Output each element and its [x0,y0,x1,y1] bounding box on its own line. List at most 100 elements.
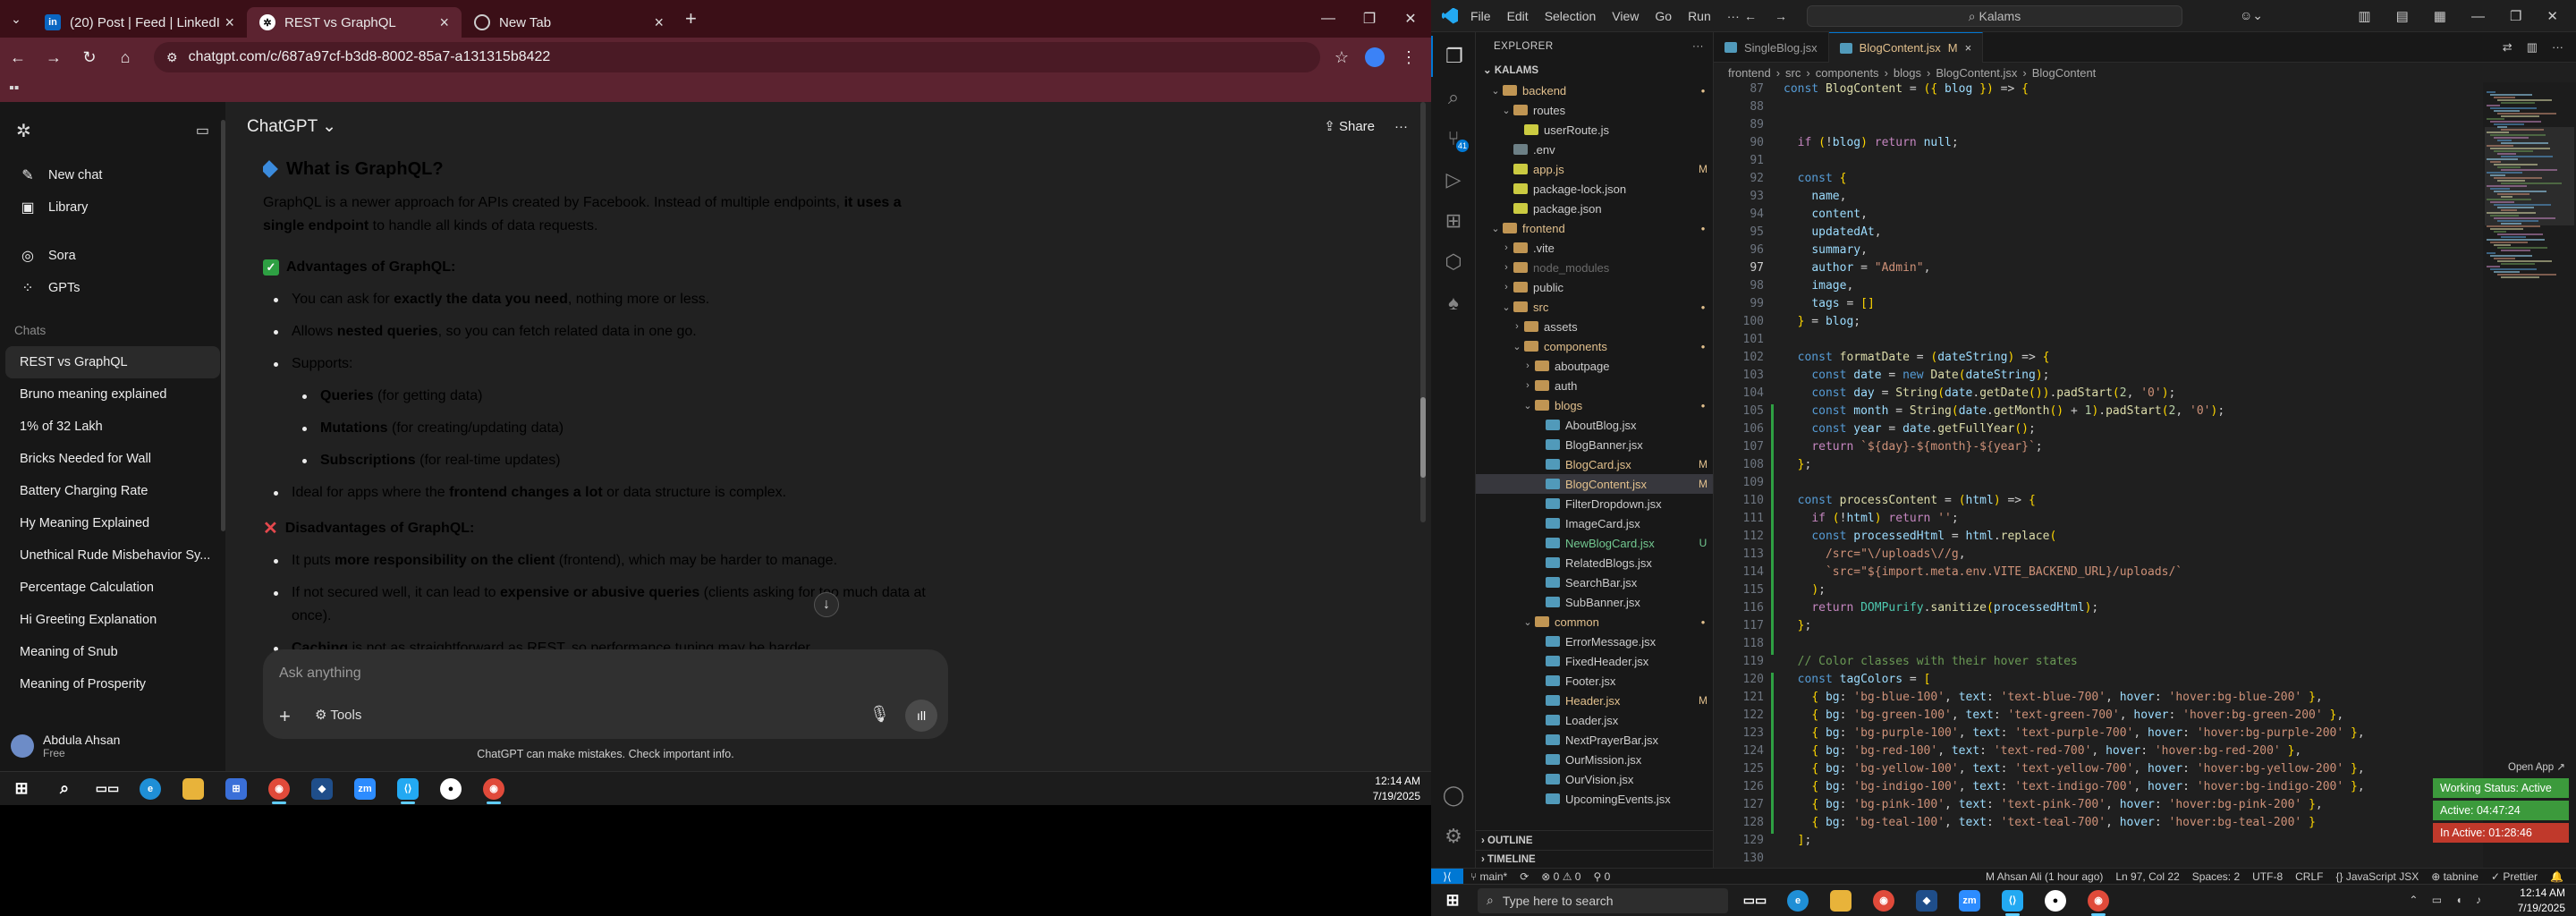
taskbar-search-box[interactable]: ⌕ Type here to search [1478,887,1728,913]
language-mode[interactable]: {} JavaScript JSX [2335,870,2419,883]
code-line[interactable]: `src="${import.meta.env.VITE_BACKEND_URL… [1784,565,2182,579]
minimap[interactable] [2483,82,2576,868]
file-item[interactable]: AboutBlog.jsx [1476,415,1713,435]
taskbar-explorer[interactable] [1819,885,1862,916]
file-item[interactable]: Loader.jsx [1476,710,1713,730]
code-line[interactable]: { bg: 'bg-teal-100', text: 'text-teal-70… [1784,816,2316,829]
microphone-icon[interactable]: 🎙 [869,705,890,724]
code-line[interactable]: { bg: 'bg-purple-100', text: 'text-purpl… [1784,726,2364,740]
code-line[interactable]: if (!blog) return null; [1784,136,1959,149]
chat-history-item[interactable]: Battery Charging Rate [5,475,220,507]
back-icon[interactable]: ← [1744,9,1757,23]
tab-chatgpt[interactable]: ✲ REST vs GraphQL × [247,7,462,38]
sidebar-item-new-chat[interactable]: ✎ New chat [5,159,220,191]
source-control-icon[interactable]: ⑂ 41 [1431,118,1476,159]
breadcrumb-item[interactable]: components [1816,66,1879,80]
search-icon[interactable]: ⌕ [1431,77,1476,118]
menu-item[interactable]: Go [1655,9,1672,23]
maximize-icon[interactable]: ❐ [2510,8,2521,24]
close-window-icon[interactable]: ✕ [2546,8,2558,24]
folder-item[interactable]: ⌄ frontend ● [1476,218,1713,238]
code-line[interactable]: content, [1784,208,1868,221]
share-button[interactable]: ⇪ Share [1324,118,1375,134]
split-editor-icon[interactable]: ▥ [2527,40,2538,55]
scroll-to-bottom-button[interactable]: ↓ [814,592,839,617]
code-line[interactable]: const formatDate = (dateString) => { [1784,351,2050,364]
home-icon[interactable]: ⌂ [107,48,143,67]
account-icon[interactable]: ◯ [1431,775,1476,816]
layout-icon[interactable]: ▥ [2358,8,2370,24]
menu-item[interactable]: ··· [1727,9,1740,23]
chat-history-item[interactable]: Bricks Needed for Wall [5,443,220,475]
taskbar-app[interactable]: ◆ [301,773,343,805]
indentation[interactable]: Spaces: 2 [2192,870,2240,883]
code-line[interactable]: const day = String(date.getDate()).padSt… [1784,386,2175,400]
forward-icon[interactable]: → [36,48,72,67]
file-item[interactable]: FixedHeader.jsx [1476,651,1713,671]
close-window-icon[interactable]: ✕ [1390,10,1431,28]
file-item[interactable]: UpcomingEvents.jsx [1476,789,1713,809]
clock[interactable]: 12:14 AM 7/19/2025 [2518,886,2565,916]
code-line[interactable]: { bg: 'bg-red-100', text: 'text-red-700'… [1784,744,2301,758]
breadcrumb-item[interactable]: src [1785,66,1801,80]
taskbar-search[interactable]: ⌕ [43,773,86,805]
code-line[interactable]: { bg: 'bg-indigo-100', text: 'text-indig… [1784,780,2364,793]
model-selector[interactable]: ChatGPT ⌄ [247,116,336,137]
code-line[interactable]: const date = new Date(dateString); [1784,369,2049,382]
taskbar-app-2[interactable]: ● [429,773,472,805]
menu-item[interactable]: Edit [1507,9,1529,23]
close-icon[interactable]: × [225,13,234,32]
compare-icon[interactable]: ⇄ [2503,40,2512,55]
menu-item[interactable]: File [1470,9,1491,23]
folder-item[interactable]: › aboutpage [1476,356,1713,376]
encoding[interactable]: UTF-8 [2252,870,2283,883]
code-line[interactable]: tags = [] [1784,297,1874,310]
code-line[interactable]: { bg: 'bg-green-100', text: 'text-green-… [1784,708,2343,722]
folder-item[interactable]: ⌄ src ● [1476,297,1713,317]
close-icon[interactable]: × [654,13,664,32]
notifications-bell-icon[interactable]: 🔔 [2550,870,2563,883]
taskbar-explorer[interactable] [172,773,215,805]
menu-kebab-icon[interactable]: ⋮ [1401,48,1417,67]
user-profile[interactable]: Abdula Ahsan Free [0,721,225,771]
start-button[interactable]: ⊞ [0,773,43,805]
breadcrumb-item[interactable]: blogs [1894,66,1921,80]
tab-search-icon[interactable]: ⌄ [0,12,32,27]
chat-history-item[interactable]: Unethical Rude Misbehavior Sy... [5,539,220,572]
sidebar-toggle-icon[interactable]: ▭ [196,122,209,140]
file-item[interactable]: Footer.jsx [1476,671,1713,691]
tab-new-tab[interactable]: New Tab × [462,7,676,38]
file-item[interactable]: NewBlogCard.jsx U [1476,533,1713,553]
code-line[interactable]: const processContent = (html) => { [1784,494,2036,507]
reload-icon[interactable]: ↻ [72,48,107,67]
code-line[interactable]: name, [1784,190,1846,203]
folder-item[interactable]: ⌄ common ● [1476,612,1713,632]
remote-explorer-icon[interactable]: ⬡ [1431,242,1476,283]
sidebar-item-library[interactable]: ▣ Library [5,191,220,224]
taskbar-edge[interactable]: e [1776,885,1819,916]
forward-icon[interactable]: → [1775,9,1787,23]
sidebar-item-gpts[interactable]: ⁘ GPTs [5,272,220,304]
code-editor[interactable]: 87 const BlogContent = ({ blog }) => {88 8… [1714,82,2483,868]
open-app-link[interactable]: Open App ↗ [2392,760,2571,775]
taskbar-app-2[interactable]: ● [2034,885,2077,916]
chat-history-item[interactable]: Meaning of Prosperity [5,668,220,700]
clock[interactable]: 12:14 AM 7/19/2025 [1373,774,1420,804]
breadcrumb-item[interactable]: frontend [1728,66,1771,80]
code-line[interactable]: const BlogContent = ({ blog }) => { [1784,82,2029,96]
menu-item[interactable]: Run [1688,9,1711,23]
folder-item[interactable]: › assets [1476,317,1713,336]
explorer-icon[interactable]: ❐ [1431,36,1476,77]
breadcrumb-item[interactable]: BlogContent.jsx [1936,66,2017,80]
attach-plus-icon[interactable]: + [279,705,291,728]
code-line[interactable]: const { [1784,172,1847,185]
more-actions-icon[interactable]: ··· [1692,41,1704,52]
git-blame[interactable]: M Ahsan Ali (1 hour ago) [1986,870,2103,883]
folder-item[interactable]: ⌄ blogs ● [1476,395,1713,415]
bookmark-star-icon[interactable]: ☆ [1335,48,1349,67]
file-item[interactable]: app.js M [1476,159,1713,179]
folder-item[interactable]: ⌄ components ● [1476,336,1713,356]
timeline-section[interactable]: › TIMELINE [1476,850,1714,868]
chat-history-item[interactable]: REST vs GraphQL [5,346,220,378]
code-line[interactable]: return DOMPurify.sanitize(processedHtml)… [1784,601,2098,615]
